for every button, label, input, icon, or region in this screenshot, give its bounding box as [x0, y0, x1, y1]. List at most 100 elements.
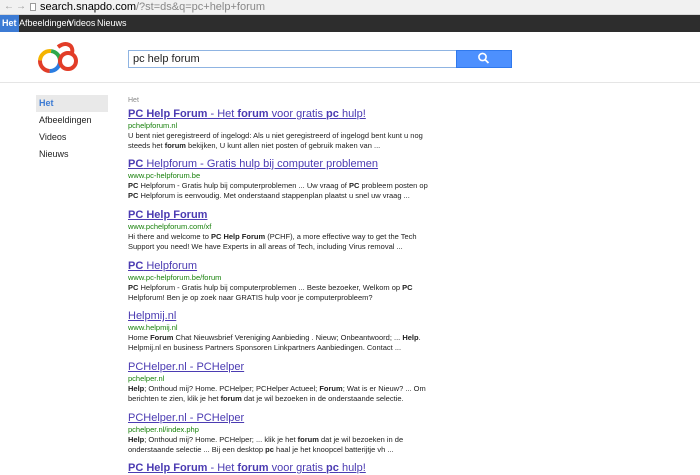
- result-snippet-text: Helpforum! Ben je op zoek naar GRATIS hu…: [128, 293, 373, 302]
- result-snippet: Hi there and welcome to PC Help Forum (P…: [128, 232, 428, 252]
- result-snippet-text: Helpforum - Gratis hulp bij computerprob…: [138, 283, 403, 292]
- sidebar-item-afbeeldingen[interactable]: Afbeeldingen: [36, 112, 108, 129]
- result-title-link[interactable]: PC Help Forum - Het forum voor gratis pc…: [128, 462, 428, 475]
- result-title-highlight: PC: [128, 260, 144, 272]
- result-title-link[interactable]: PC Helpforum: [128, 260, 428, 273]
- page-icon: [30, 3, 36, 11]
- results-list: Het PC Help Forum - Het forum voor grati…: [128, 96, 428, 474]
- url-domain: search.snapdo.com: [40, 1, 136, 13]
- result-title-text: Helpforum - Gratis hulp bij computer pro…: [143, 158, 379, 170]
- topnav-nieuws[interactable]: Nieuws: [97, 15, 127, 32]
- result-snippet-highlight: forum: [164, 141, 186, 150]
- search-icon: [478, 52, 490, 64]
- result-title-text: - Het: [207, 462, 238, 474]
- result-snippet-highlight: forum: [297, 435, 319, 444]
- result-title-link[interactable]: Helpmij.nl: [128, 310, 428, 323]
- search-button[interactable]: [456, 50, 512, 68]
- result-snippet-highlight: forum: [220, 394, 242, 403]
- topnav-afbeeldingen[interactable]: Afbeeldingen: [19, 15, 72, 32]
- result-snippet-text: ; Onthoud mij? Home. PCHelper; PCHelper …: [144, 384, 320, 393]
- search-result: Helpmij.nl www.helpmij.nl Home Forum Cha…: [128, 310, 428, 353]
- result-snippet-highlight: PC Help Forum: [210, 232, 266, 241]
- results-section-label: Het: [128, 97, 139, 104]
- search-result: PC Help Forum - Het forum voor gratis pc…: [128, 108, 428, 151]
- result-title-text: hulp!: [338, 108, 366, 120]
- sidebar-item-videos[interactable]: Videos: [36, 129, 108, 146]
- result-snippet: Help; Onthoud mij? Home. PCHelper; PCHel…: [128, 384, 428, 404]
- result-snippet: Home Forum Chat Nieuwsbrief Vereniging A…: [128, 333, 428, 353]
- result-snippet-highlight: PC: [128, 283, 139, 292]
- sidebar-item-nieuws[interactable]: Nieuws: [36, 146, 108, 163]
- result-title-text: voor gratis: [268, 462, 327, 474]
- search-result: PCHelper.nl - PCHelper pchelper.nl Help;…: [128, 361, 428, 404]
- result-url[interactable]: pchelper.nl: [128, 374, 428, 384]
- result-snippet-highlight: Help: [402, 333, 419, 342]
- snapdo-logo[interactable]: [38, 41, 80, 77]
- result-snippet-text: haal je het knoopcel batterijtje vh ...: [273, 445, 394, 454]
- search-input[interactable]: [128, 50, 460, 68]
- result-url[interactable]: pchelpforum.nl: [128, 121, 428, 131]
- result-title-link[interactable]: PC Help Forum - Het forum voor gratis pc…: [128, 108, 428, 121]
- result-title-link[interactable]: PCHelper.nl - PCHelper: [128, 412, 428, 425]
- result-title-text: hulp!: [338, 462, 366, 474]
- result-url[interactable]: www.pc-helpforum.be: [128, 171, 428, 181]
- result-title-highlight: PC Help Forum: [128, 462, 208, 474]
- result-snippet-text: dat je wil bezoeken in de onderstaande s…: [241, 394, 404, 403]
- result-snippet-highlight: pc: [265, 445, 274, 454]
- sidebar-item-het[interactable]: Het: [36, 95, 108, 112]
- top-navigation: Het Afbeeldingen Videos Nieuws: [0, 15, 700, 32]
- result-title-text: PCHelper.nl - PCHelper: [128, 361, 245, 373]
- result-snippet-text: Chat Nieuwsbrief Vereniging Aanbieding .…: [173, 333, 403, 342]
- result-title-text: Helpmij.nl: [128, 310, 177, 322]
- result-snippet: U bent niet geregistreerd of ingelogd: A…: [128, 131, 428, 151]
- result-snippet-highlight: Help: [128, 435, 145, 444]
- search-result: PCHelper.nl - PCHelper pchelper.nl/index…: [128, 412, 428, 455]
- result-snippet-highlight: PC: [402, 283, 413, 292]
- result-snippet-text: ; Onthoud mij? Home. PCHelper; ... klik …: [144, 435, 298, 444]
- search-header: [0, 32, 700, 83]
- result-title-highlight: PC Help Forum: [128, 108, 208, 120]
- result-snippet-text: Helpforum is eenvoudig. Met onderstaand …: [138, 191, 410, 200]
- result-title-link[interactable]: PCHelper.nl - PCHelper: [128, 361, 428, 374]
- address-bar[interactable]: search.snapdo.com/?st=ds&q=pc+help+forum: [40, 0, 265, 14]
- sidebar: Het Afbeeldingen Videos Nieuws: [36, 95, 108, 163]
- result-title-highlight: forum: [237, 462, 269, 474]
- result-title-link[interactable]: PC Helpforum - Gratis hulp bij computer …: [128, 158, 428, 171]
- url-path: /?st=ds&q=pc+help+forum: [136, 1, 266, 13]
- result-title-highlight: PC Help Forum: [128, 209, 208, 221]
- result-snippet: Help; Onthoud mij? Home. PCHelper; ... k…: [128, 435, 428, 455]
- browser-toolbar: ← → search.snapdo.com/?st=ds&q=pc+help+f…: [0, 0, 700, 15]
- result-snippet-highlight: PC: [128, 181, 139, 190]
- result-title-highlight: PC: [128, 158, 144, 170]
- result-title-text: Helpforum: [143, 260, 198, 272]
- result-snippet-highlight: PC: [348, 181, 360, 190]
- result-snippet-text: probleem posten op: [359, 181, 428, 190]
- result-snippet-text: Home: [128, 333, 151, 342]
- result-title-text: - Het: [207, 108, 238, 120]
- result-url[interactable]: www.helpmij.nl: [128, 323, 428, 333]
- result-snippet-highlight: PC: [128, 191, 139, 200]
- search-result: PC Help Forum www.pchelpforum.com/xf Hi …: [128, 209, 428, 252]
- result-snippet-highlight: Help: [128, 384, 145, 393]
- result-snippet: PC Helpforum - Gratis hulp bij computerp…: [128, 181, 428, 201]
- result-title-highlight: pc: [326, 108, 339, 120]
- result-title-link[interactable]: PC Help Forum: [128, 209, 428, 222]
- search-result: PC Helpforum - Gratis hulp bij computer …: [128, 158, 428, 201]
- back-arrow-icon[interactable]: ←: [4, 0, 14, 14]
- forward-arrow-icon[interactable]: →: [16, 0, 26, 14]
- result-snippet-highlight: Forum: [319, 384, 343, 393]
- result-snippet-text: Helpforum - Gratis hulp bij computerprob…: [138, 181, 349, 190]
- result-title-highlight: pc: [326, 462, 339, 474]
- result-url[interactable]: pchelper.nl/index.php: [128, 425, 428, 435]
- result-title-text: voor gratis: [268, 108, 327, 120]
- topnav-videos[interactable]: Videos: [68, 15, 95, 32]
- search-result: PC Helpforum www.pc-helpforum.be/forum P…: [128, 260, 428, 303]
- result-title-highlight: forum: [237, 108, 269, 120]
- result-url[interactable]: www.pc-helpforum.be/forum: [128, 273, 428, 283]
- result-url[interactable]: www.pchelpforum.com/xf: [128, 222, 428, 232]
- topnav-het[interactable]: Het: [0, 15, 19, 32]
- result-snippet: PC Helpforum - Gratis hulp bij computerp…: [128, 283, 428, 303]
- result-snippet-highlight: Forum: [150, 333, 174, 342]
- result-title-text: PCHelper.nl - PCHelper: [128, 412, 245, 424]
- result-snippet-text: bekijken, U kunt allen niet posten of ge…: [185, 141, 381, 150]
